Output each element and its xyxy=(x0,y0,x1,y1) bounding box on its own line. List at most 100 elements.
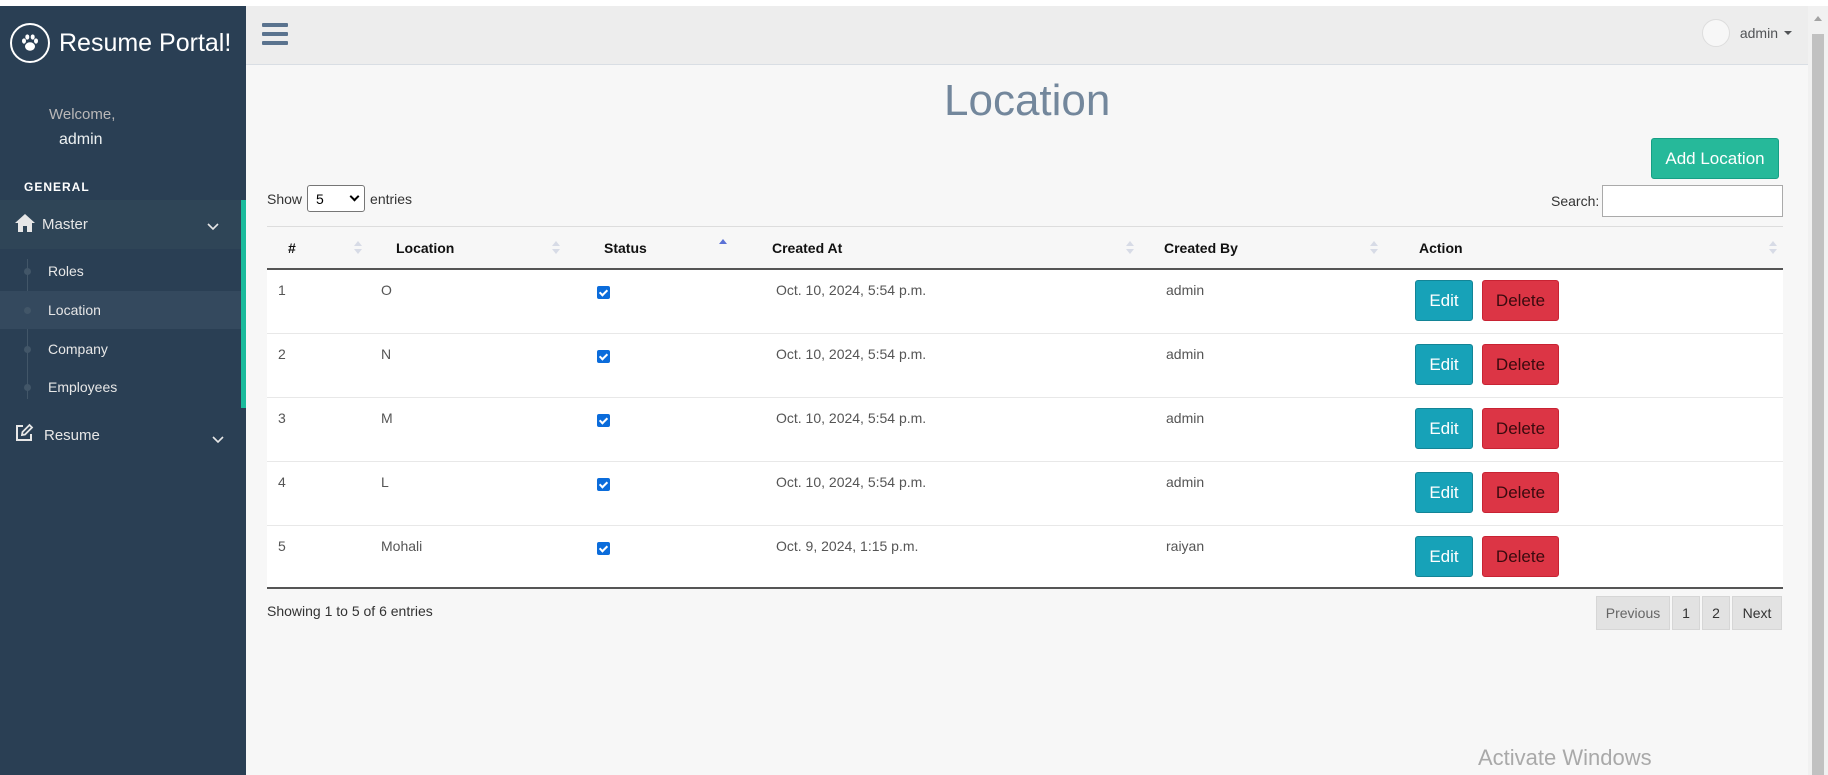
delete-button[interactable]: Delete xyxy=(1482,536,1559,577)
status-checkbox[interactable] xyxy=(597,286,610,299)
column-header-status[interactable]: Status xyxy=(573,227,752,269)
cell-created-at: Oct. 9, 2024, 1:15 p.m. xyxy=(776,538,919,554)
table-info: Showing 1 to 5 of 6 entries xyxy=(267,603,433,619)
scrollbar-thumb[interactable] xyxy=(1812,34,1824,775)
cell-id: 5 xyxy=(278,538,286,554)
chevron-down-icon xyxy=(207,218,219,235)
sidebar-item-employees[interactable]: Employees xyxy=(0,368,241,406)
column-header-created-by[interactable]: Created By xyxy=(1141,227,1390,269)
delete-button[interactable]: Delete xyxy=(1482,472,1559,513)
cell-location: N xyxy=(381,346,392,362)
location-table: # Location Status Created At Created By … xyxy=(267,226,1783,589)
sidebar-item-roles[interactable]: Roles xyxy=(0,252,241,290)
entries-value: 5 xyxy=(316,190,324,207)
cell-location: M xyxy=(381,410,393,426)
edit-icon xyxy=(14,423,34,447)
column-header-location[interactable]: Location xyxy=(361,227,573,269)
sort-icon xyxy=(552,241,560,255)
edit-button[interactable]: Edit xyxy=(1415,536,1473,577)
sidebar-item-location[interactable]: Location xyxy=(0,291,241,329)
cell-location: Mohali xyxy=(381,538,423,554)
column-label: Created At xyxy=(772,240,843,256)
activate-windows-watermark: Activate Windows xyxy=(1478,745,1652,770)
user-dropdown[interactable]: admin xyxy=(1701,19,1792,47)
table-row: 2 N Oct. 10, 2024, 5:54 p.m. admin Edit … xyxy=(267,334,1783,398)
bullet-icon xyxy=(24,268,31,275)
search-input[interactable] xyxy=(1602,185,1784,217)
delete-button[interactable]: Delete xyxy=(1482,408,1559,449)
column-label: # xyxy=(288,240,296,256)
avatar xyxy=(1701,19,1730,47)
top-nav: admin xyxy=(246,6,1808,65)
status-checkbox[interactable] xyxy=(597,414,610,427)
page-scrollbar[interactable] xyxy=(1808,6,1828,775)
caret-down-icon xyxy=(1784,31,1792,35)
edit-button[interactable]: Edit xyxy=(1415,472,1473,513)
scroll-up-icon[interactable] xyxy=(1814,16,1822,21)
page-button-2[interactable]: 2 xyxy=(1702,596,1730,630)
brand[interactable]: Resume Portal! xyxy=(10,20,231,66)
cell-id: 3 xyxy=(278,410,286,426)
sort-icon xyxy=(1769,241,1777,255)
delete-button[interactable]: Delete xyxy=(1482,344,1559,385)
show-label: Show xyxy=(267,190,303,207)
table-row: 4 L Oct. 10, 2024, 5:54 p.m. admin Edit … xyxy=(267,462,1783,526)
sidebar-item-label: Company xyxy=(48,341,108,357)
status-checkbox[interactable] xyxy=(597,350,610,363)
welcome-username: admin xyxy=(59,131,103,148)
sidebar-item-label: Resume xyxy=(44,426,100,444)
entries-label: entries xyxy=(370,190,413,207)
page-button-1[interactable]: 1 xyxy=(1672,596,1700,630)
cell-location: O xyxy=(381,282,392,298)
entries-select[interactable]: 5 xyxy=(307,185,366,212)
cell-location: L xyxy=(381,474,389,490)
edit-button[interactable]: Edit xyxy=(1415,344,1473,385)
sidebar-item-master[interactable]: Master xyxy=(0,200,246,249)
sidebar-item-resume[interactable]: Resume xyxy=(0,415,246,455)
add-location-button[interactable]: Add Location xyxy=(1651,138,1779,179)
cell-created-at: Oct. 10, 2024, 5:54 p.m. xyxy=(776,410,927,426)
pagination: Previous 1 2 Next xyxy=(1596,596,1782,630)
sort-asc-icon xyxy=(719,239,727,253)
column-label: Created By xyxy=(1164,240,1238,256)
cell-id: 1 xyxy=(278,282,286,298)
status-checkbox[interactable] xyxy=(597,542,610,555)
cell-created-by: admin xyxy=(1166,282,1205,298)
sort-icon xyxy=(1370,241,1378,255)
bullet-icon xyxy=(24,346,31,353)
cell-created-at: Oct. 10, 2024, 5:54 p.m. xyxy=(776,282,927,298)
column-label: Action xyxy=(1419,240,1463,256)
sort-icon xyxy=(1126,241,1134,255)
chevron-down-icon xyxy=(349,191,360,202)
sidebar-item-label: Employees xyxy=(48,379,118,395)
table-row: 3 M Oct. 10, 2024, 5:54 p.m. admin Edit … xyxy=(267,398,1783,462)
search-label: Search: xyxy=(1551,193,1600,209)
section-general: GENERAL xyxy=(24,180,90,194)
user-name: admin xyxy=(1739,25,1778,41)
next-page-button[interactable]: Next xyxy=(1732,596,1782,630)
hamburger-menu-icon[interactable] xyxy=(262,23,288,45)
sidebar-item-label: Roles xyxy=(48,263,84,279)
column-label: Location xyxy=(396,240,455,256)
cell-created-by: raiyan xyxy=(1166,538,1205,554)
edit-button[interactable]: Edit xyxy=(1415,280,1473,321)
column-header-created-at[interactable]: Created At xyxy=(752,227,1141,269)
status-checkbox[interactable] xyxy=(597,478,610,491)
cell-id: 4 xyxy=(278,474,286,490)
delete-button[interactable]: Delete xyxy=(1482,280,1559,321)
bullet-icon xyxy=(24,384,31,391)
cell-created-by: admin xyxy=(1166,346,1205,362)
column-header-id[interactable]: # xyxy=(267,227,362,269)
edit-button[interactable]: Edit xyxy=(1415,408,1473,449)
cell-created-at: Oct. 10, 2024, 5:54 p.m. xyxy=(776,474,927,490)
master-submenu: Roles Location Company Employees xyxy=(0,249,246,408)
sidebar-item-company[interactable]: Company xyxy=(0,330,241,368)
column-header-action[interactable]: Action xyxy=(1390,227,1783,269)
welcome-text: Welcome, xyxy=(49,106,116,123)
column-label: Status xyxy=(604,240,647,256)
sidebar-item-label: Location xyxy=(48,302,101,318)
chevron-down-icon xyxy=(212,431,224,448)
bullet-icon xyxy=(24,307,31,314)
previous-page-button[interactable]: Previous xyxy=(1596,596,1670,630)
table-row: 1 O Oct. 10, 2024, 5:54 p.m. admin Edit … xyxy=(267,270,1783,334)
